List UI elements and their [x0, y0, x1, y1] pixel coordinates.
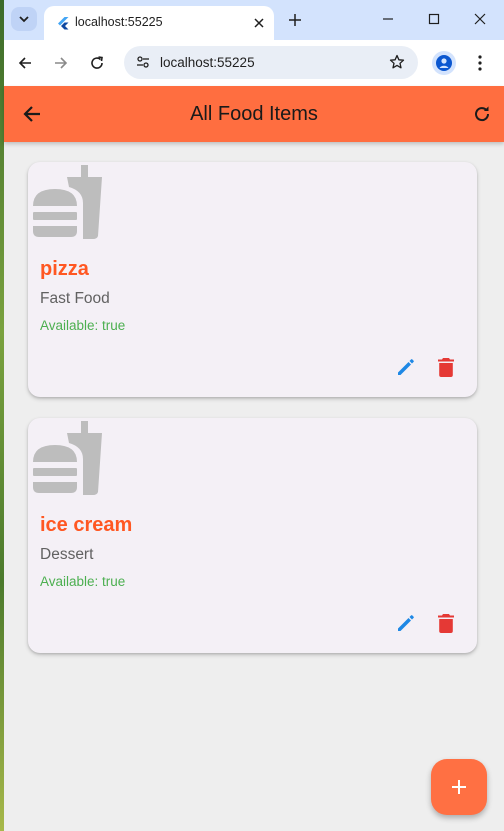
- site-info-button[interactable]: [132, 51, 154, 73]
- minimize-button[interactable]: [376, 8, 400, 30]
- flutter-favicon-icon: [58, 17, 69, 30]
- delete-icon: [438, 613, 454, 633]
- arrow-back-icon: [18, 57, 31, 69]
- star-icon: [389, 54, 405, 69]
- fastfood-icon: [33, 421, 102, 495]
- browser-menu-button[interactable]: [470, 51, 490, 75]
- maximize-icon: [428, 13, 440, 25]
- refresh-icon: [475, 106, 490, 122]
- new-tab-button[interactable]: [284, 9, 306, 31]
- close-icon: [254, 18, 264, 28]
- food-item-availability: Available: true: [40, 574, 126, 589]
- delete-button[interactable]: [434, 355, 458, 379]
- minimize-icon: [383, 18, 393, 20]
- arrow-back-icon: [23, 106, 40, 122]
- bookmark-button[interactable]: [386, 51, 408, 73]
- profile-button[interactable]: [432, 51, 456, 75]
- tab-search-button[interactable]: [11, 7, 37, 31]
- food-item-category: Dessert: [40, 546, 94, 563]
- more-vert-icon: [478, 55, 482, 71]
- food-item-availability: Available: true: [40, 318, 126, 333]
- edit-button[interactable]: [394, 355, 418, 379]
- browser-window: localhost:55225 localhost:55225 All Food…: [4, 0, 504, 831]
- page-title: All Food Items: [190, 103, 318, 125]
- plus-icon: [289, 14, 301, 26]
- tab-strip: localhost:55225: [4, 0, 504, 40]
- edit-icon: [398, 359, 414, 375]
- tab-title: localhost:55225: [75, 15, 163, 29]
- reload-button[interactable]: [85, 51, 109, 75]
- add-icon: [452, 780, 466, 794]
- tune-icon: [137, 56, 149, 68]
- food-item-card[interactable]: pizza Fast Food Available: true: [28, 162, 477, 397]
- edit-button[interactable]: [394, 611, 418, 635]
- reload-icon: [91, 56, 103, 69]
- fastfood-icon: [33, 165, 102, 239]
- close-icon: [474, 13, 486, 25]
- person-icon: [436, 55, 452, 71]
- browser-tab[interactable]: localhost:55225: [44, 6, 274, 40]
- delete-button[interactable]: [434, 611, 458, 635]
- arrow-forward-icon: [55, 57, 68, 69]
- app-bar: All Food Items: [4, 86, 504, 142]
- food-item-name: ice cream: [40, 514, 133, 536]
- add-food-button[interactable]: [431, 759, 487, 815]
- browser-forward-button[interactable]: [49, 51, 73, 75]
- edit-icon: [398, 615, 414, 631]
- url-text: localhost:55225: [160, 55, 255, 70]
- food-item-category: Fast Food: [40, 290, 110, 307]
- chevron-down-icon: [19, 16, 29, 23]
- browser-back-button[interactable]: [13, 51, 37, 75]
- refresh-button[interactable]: [468, 100, 496, 128]
- browser-toolbar: localhost:55225: [4, 40, 504, 86]
- maximize-button[interactable]: [422, 8, 446, 30]
- food-item-card[interactable]: ice cream Dessert Available: true: [28, 418, 477, 653]
- back-button[interactable]: [18, 100, 46, 128]
- address-bar[interactable]: localhost:55225: [124, 46, 418, 79]
- delete-icon: [438, 357, 454, 377]
- window-close-button[interactable]: [468, 8, 492, 30]
- tab-close-button[interactable]: [250, 14, 268, 32]
- food-item-name: pizza: [40, 258, 89, 280]
